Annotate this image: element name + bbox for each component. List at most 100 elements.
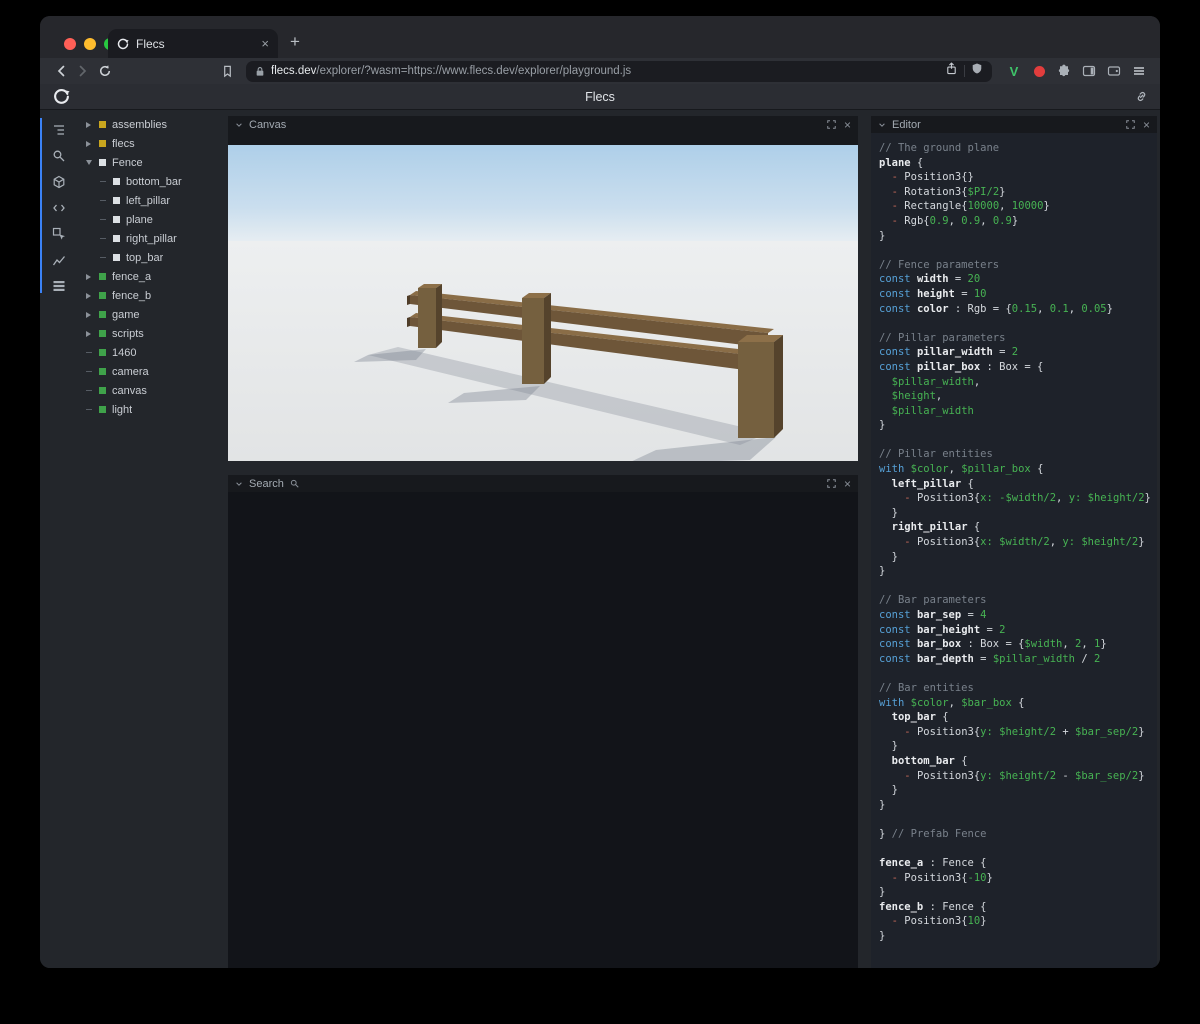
inspect-icon[interactable]	[49, 224, 69, 244]
tree-item-flecs[interactable]: flecs	[78, 134, 222, 153]
side-panel-icon[interactable]	[1078, 60, 1100, 82]
code-line: // Bar entities	[879, 681, 974, 694]
tree-item-camera[interactable]: camera	[78, 362, 222, 381]
entity-square-icon	[113, 216, 120, 223]
wallet-icon[interactable]	[1103, 60, 1125, 82]
tree-item-assemblies[interactable]: assemblies	[78, 115, 222, 134]
bookmark-icon[interactable]	[216, 60, 238, 82]
code-line: const bar_height = 2	[879, 623, 1006, 636]
code-line: $pillar_width	[891, 404, 974, 417]
leaf-dash-icon	[98, 253, 107, 262]
expand-icon[interactable]	[1126, 120, 1135, 129]
entity-tree: assemblies flecs Fence bottom_bar left_pilla…	[78, 110, 222, 968]
stats-icon[interactable]	[49, 250, 69, 270]
caret-right-icon[interactable]	[84, 310, 93, 319]
caret-right-icon[interactable]	[84, 329, 93, 338]
code-icon[interactable]	[49, 198, 69, 218]
data-icon[interactable]	[49, 276, 69, 296]
entity-square-icon	[99, 330, 106, 337]
canvas-3d-viewport[interactable]	[228, 145, 858, 461]
caret-right-icon[interactable]	[84, 291, 93, 300]
extensions-puzzle-icon[interactable]	[1053, 60, 1075, 82]
close-panel-icon[interactable]: ×	[1143, 119, 1150, 131]
close-window-button[interactable]	[64, 38, 76, 50]
tree-item-bottom_bar[interactable]: bottom_bar	[78, 172, 222, 191]
tree-item-fence_a[interactable]: fence_a	[78, 267, 222, 286]
code-line: - Position3{-10}	[891, 871, 993, 884]
tree-item-label: canvas	[112, 384, 147, 397]
expand-icon[interactable]	[827, 479, 836, 488]
chevron-down-icon[interactable]	[235, 121, 243, 129]
caret-right-icon[interactable]	[84, 272, 93, 281]
chevron-down-icon[interactable]	[235, 480, 243, 488]
tree-item-top_bar[interactable]: top_bar	[78, 248, 222, 267]
caret-down-icon[interactable]	[84, 158, 93, 167]
menu-icon[interactable]	[1128, 60, 1150, 82]
close-panel-icon[interactable]: ×	[844, 478, 851, 490]
entity-square-icon	[99, 140, 106, 147]
tree-item-scripts[interactable]: scripts	[78, 324, 222, 343]
code-line: fence_a : Fence {	[879, 857, 987, 870]
minimize-window-button[interactable]	[84, 38, 96, 50]
code-line: // The ground plane	[879, 142, 1000, 154]
leaf-dash-icon	[98, 215, 107, 224]
tree-item-left_pillar[interactable]: left_pillar	[78, 191, 222, 210]
fence-left-pillar	[418, 284, 442, 348]
new-tab-button[interactable]: +	[290, 33, 300, 50]
tree-item-plane[interactable]: plane	[78, 210, 222, 229]
code-line: const bar_sep = 4	[879, 609, 987, 621]
search-icon[interactable]	[49, 146, 69, 166]
url-text: flecs.dev/explorer/?wasm=https://www.fle…	[271, 65, 939, 77]
search-panel-title: Search	[249, 477, 284, 490]
code-line: } // Prefab Fence	[879, 827, 987, 840]
url-path: /explorer/?wasm=https://www.flecs.dev/ex…	[316, 65, 632, 77]
search-panel: Search ×	[228, 475, 858, 968]
code-line: - Rectangle{10000, 10000}	[891, 200, 1050, 213]
brave-shield-icon[interactable]	[971, 62, 983, 80]
code-line: top_bar {	[891, 711, 949, 724]
tree-item-label: game	[112, 308, 140, 321]
tree-item-light[interactable]: light	[78, 400, 222, 419]
tree-item-right_pillar[interactable]: right_pillar	[78, 229, 222, 248]
tree-item-Fence[interactable]: Fence	[78, 153, 222, 172]
back-button[interactable]	[50, 60, 72, 82]
code-line: with $color, $pillar_box {	[879, 463, 1044, 476]
tree-item-label: camera	[112, 365, 149, 378]
tree-item-game[interactable]: game	[78, 305, 222, 324]
urlbar-divider	[964, 65, 965, 77]
tab-close-icon[interactable]: ×	[261, 37, 269, 50]
browser-tab[interactable]: Flecs ×	[108, 29, 278, 58]
record-extension-icon[interactable]	[1028, 60, 1050, 82]
reload-button[interactable]	[94, 60, 116, 82]
sky	[228, 145, 858, 241]
tree-item-label: light	[112, 403, 133, 416]
icon-rail	[40, 110, 78, 968]
canvas-panel-header: Canvas ×	[228, 116, 858, 133]
tree-item-canvas[interactable]: canvas	[78, 381, 222, 400]
url-bar[interactable]: flecs.dev/explorer/?wasm=https://www.fle…	[246, 60, 992, 82]
entity-square-icon	[99, 273, 106, 280]
tree-item-fence_b[interactable]: fence_b	[78, 286, 222, 305]
tree-item-1460[interactable]: 1460	[78, 343, 222, 362]
v-extension-icon[interactable]: V	[1003, 60, 1025, 82]
expand-icon[interactable]	[827, 120, 836, 129]
queries-icon[interactable]	[49, 172, 69, 192]
caret-right-icon[interactable]	[84, 139, 93, 148]
editor-code[interactable]: // The ground plane plane { - Position3{}…	[871, 133, 1157, 944]
entity-square-icon	[99, 121, 106, 128]
chevron-down-icon[interactable]	[878, 121, 886, 129]
share-icon[interactable]	[945, 62, 958, 80]
code-line: // Pillar entities	[879, 448, 993, 461]
entity-tree-icon[interactable]	[49, 120, 69, 140]
share-link-icon[interactable]	[1135, 90, 1148, 108]
forward-button[interactable]	[72, 60, 94, 82]
canvas-panel: Canvas ×	[228, 116, 858, 461]
browser-window: Flecs × + flecs.dev/explorer/?wasm=https…	[40, 16, 1160, 968]
close-panel-icon[interactable]: ×	[844, 119, 851, 131]
caret-right-icon[interactable]	[84, 120, 93, 129]
lock-icon	[256, 66, 264, 76]
